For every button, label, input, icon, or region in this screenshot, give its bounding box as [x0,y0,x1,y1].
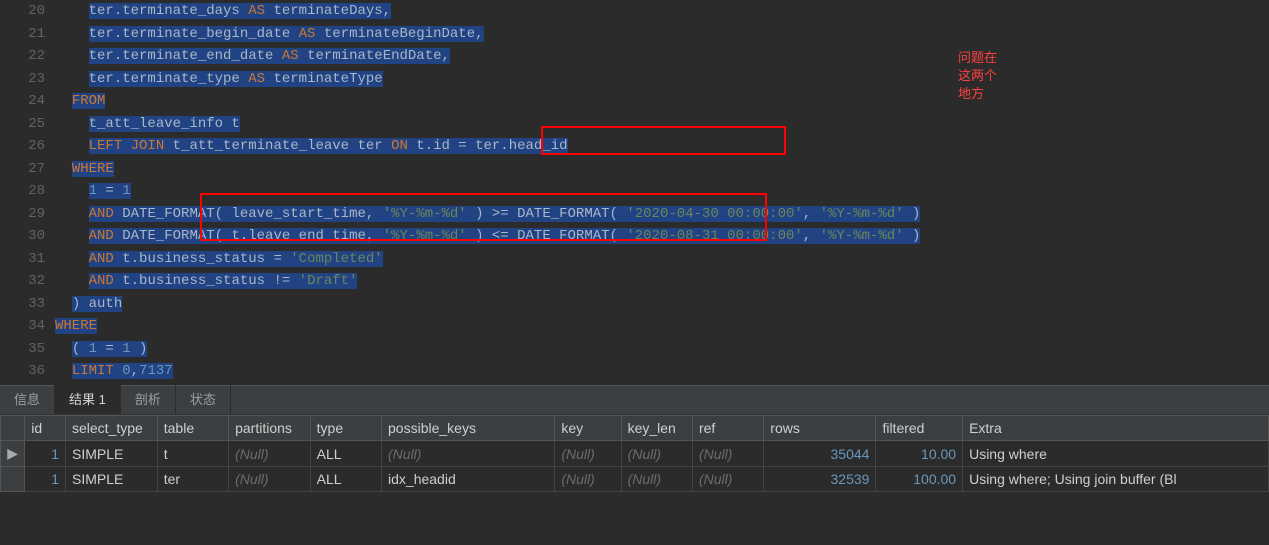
code-line[interactable]: LEFT JOIN t_att_terminate_leave ter ON t… [55,135,1269,158]
table-row[interactable]: 1SIMPLEter(Null)ALLidx_headid(Null)(Null… [1,467,1269,492]
cell-possible_keys: (Null) [382,441,555,467]
col-table[interactable]: table [157,416,228,441]
cell-select_type: SIMPLE [66,467,158,492]
line-number: 28 [0,180,45,203]
results-header-row: idselect_typetablepartitionstypepossible… [1,416,1269,441]
cell-type: ALL [310,441,381,467]
code-line[interactable]: AND DATE_FORMAT( leave_start_time, '%Y-%… [55,203,1269,226]
code-line[interactable]: ter.terminate_begin_date AS terminateBeg… [55,23,1269,46]
cell-possible_keys: idx_headid [382,467,555,492]
col-Extra[interactable]: Extra [963,416,1269,441]
code-line[interactable]: FROM [55,90,1269,113]
col-possible_keys[interactable]: possible_keys [382,416,555,441]
line-number: 23 [0,68,45,91]
cell-partitions: (Null) [229,441,311,467]
tab-status[interactable]: 状态 [176,384,231,414]
table-row[interactable]: ▶1SIMPLEt(Null)ALL(Null)(Null)(Null)(Nul… [1,441,1269,467]
cell-table: t [157,441,228,467]
line-number: 35 [0,338,45,361]
code-line[interactable]: ter.terminate_days AS terminateDays, [55,0,1269,23]
cell-key_len: (Null) [621,467,692,492]
code-line[interactable]: ter.terminate_end_date AS terminateEndDa… [55,45,1269,68]
line-number: 25 [0,113,45,136]
line-number: 22 [0,45,45,68]
line-number: 27 [0,158,45,181]
results-pane: idselect_typetablepartitionstypepossible… [0,415,1269,545]
code-line[interactable]: t_att_leave_info t [55,113,1269,136]
tab-result1[interactable]: 结果 1 [55,383,121,414]
line-number: 36 [0,360,45,383]
code-line[interactable]: ( 1 = 1 ) [55,338,1269,361]
code-editor[interactable]: 2021222324252627282930313233343536 ter.t… [0,0,1269,385]
cell-table: ter [157,467,228,492]
result-tabs: 信息 结果 1 剖析 状态 [0,385,1269,415]
col-key[interactable]: key [555,416,621,441]
line-number: 26 [0,135,45,158]
code-line[interactable]: AND DATE_FORMAT( t.leave_end_time, '%Y-%… [55,225,1269,248]
tab-profile[interactable]: 剖析 [121,384,176,414]
line-number: 29 [0,203,45,226]
cell-ref: (Null) [692,467,763,492]
line-number: 33 [0,293,45,316]
line-number: 21 [0,23,45,46]
col-type[interactable]: type [310,416,381,441]
line-number: 32 [0,270,45,293]
line-number: 34 [0,315,45,338]
results-body: ▶1SIMPLEt(Null)ALL(Null)(Null)(Null)(Nul… [1,441,1269,492]
cell-key: (Null) [555,441,621,467]
cell-key: (Null) [555,467,621,492]
col-partitions[interactable]: partitions [229,416,311,441]
cell-id: 1 [25,467,66,492]
cell-Extra: Using where; Using join buffer (Bl [963,467,1269,492]
cell-Extra: Using where [963,441,1269,467]
cell-ref: (Null) [692,441,763,467]
col-ref[interactable]: ref [692,416,763,441]
results-table[interactable]: idselect_typetablepartitionstypepossible… [0,415,1269,492]
col-id[interactable]: id [25,416,66,441]
code-line[interactable]: AND t.business_status != 'Draft' [55,270,1269,293]
code-line[interactable]: WHERE [55,315,1269,338]
col-select_type[interactable]: select_type [66,416,158,441]
code-line[interactable]: ter.terminate_type AS terminateType [55,68,1269,91]
code-content[interactable]: ter.terminate_days AS terminateDays, ter… [55,0,1269,383]
col-rows[interactable]: rows [764,416,876,441]
code-line[interactable]: AND t.business_status = 'Completed' [55,248,1269,271]
col-filtered[interactable]: filtered [876,416,963,441]
annotation-text: 问题在 这两个 地方 [958,49,997,103]
cell-id: 1 [25,441,66,467]
cell-partitions: (Null) [229,467,311,492]
code-line[interactable]: ) auth [55,293,1269,316]
cell-rows: 32539 [764,467,876,492]
code-line[interactable]: 1 = 1 [55,180,1269,203]
line-numbers: 2021222324252627282930313233343536 [0,0,55,383]
line-number: 30 [0,225,45,248]
cell-filtered: 100.00 [876,467,963,492]
tab-info[interactable]: 信息 [0,384,55,414]
line-number: 20 [0,0,45,23]
cell-rows: 35044 [764,441,876,467]
line-number: 31 [0,248,45,271]
cell-filtered: 10.00 [876,441,963,467]
code-line[interactable]: LIMIT 0,7137 [55,360,1269,383]
cell-key_len: (Null) [621,441,692,467]
cell-type: ALL [310,467,381,492]
col-key_len[interactable]: key_len [621,416,692,441]
code-line[interactable]: WHERE [55,158,1269,181]
line-number: 24 [0,90,45,113]
cell-select_type: SIMPLE [66,441,158,467]
